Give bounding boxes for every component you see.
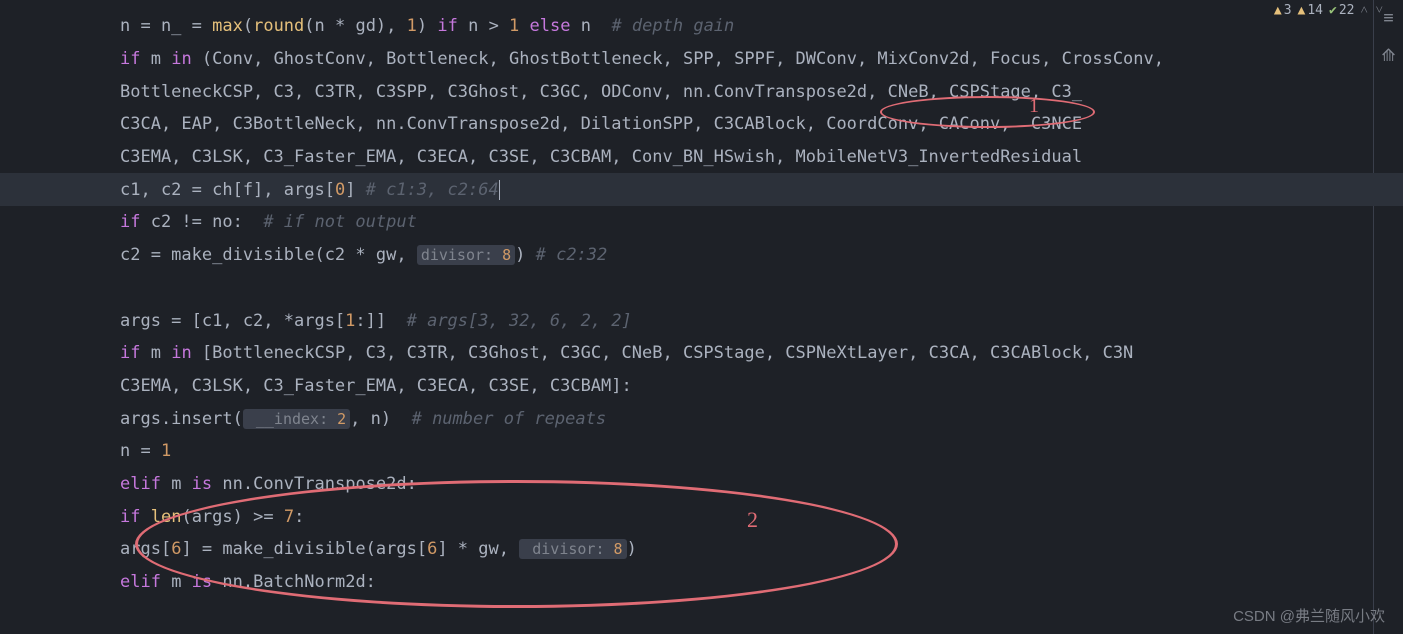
code-line: n = n_ = max(round(n * gd), 1) if n > 1 …: [0, 10, 1403, 43]
code-line: C3EMA, C3LSK, C3_Faster_EMA, C3ECA, C3SE…: [0, 370, 1403, 403]
code-line: C3CA, EAP, C3BottleNeck, nn.ConvTranspos…: [0, 108, 1403, 141]
code-line: args.insert( __index: 2, n) # number of …: [0, 402, 1403, 435]
code-line: elif m is nn.BatchNorm2d:: [0, 566, 1403, 599]
watermark: CSDN @弗兰随风小欢: [1233, 605, 1385, 626]
code-line: args = [c1, c2, *args[1:]] # args[3, 32,…: [0, 304, 1403, 337]
code-line: elif m is nn.ConvTranspose2d:: [0, 468, 1403, 501]
code-line: c2 = make_divisible(c2 * gw, divisor: 8)…: [0, 239, 1403, 272]
code-line: if m in (Conv, GhostConv, Bottleneck, Gh…: [0, 43, 1403, 76]
code-line: BottleneckCSP, C3, C3TR, C3SPP, C3Ghost,…: [0, 75, 1403, 108]
code-line-active: c1, c2 = ch[f], args[0] # c1:3, c2:64: [0, 173, 1403, 206]
code-editor[interactable]: n = n_ = max(round(n * gd), 1) if n > 1 …: [0, 0, 1403, 598]
text-cursor: [499, 180, 500, 200]
code-line: [0, 272, 1403, 305]
code-line: if c2 != no: # if not output: [0, 206, 1403, 239]
code-line: args[6] = make_divisible(args[6] * gw, d…: [0, 533, 1403, 566]
code-line: if len(args) >= 7:: [0, 500, 1403, 533]
code-line: C3EMA, C3LSK, C3_Faster_EMA, C3ECA, C3SE…: [0, 141, 1403, 174]
code-line: n = 1: [0, 435, 1403, 468]
code-line: if m in [BottleneckCSP, C3, C3TR, C3Ghos…: [0, 337, 1403, 370]
